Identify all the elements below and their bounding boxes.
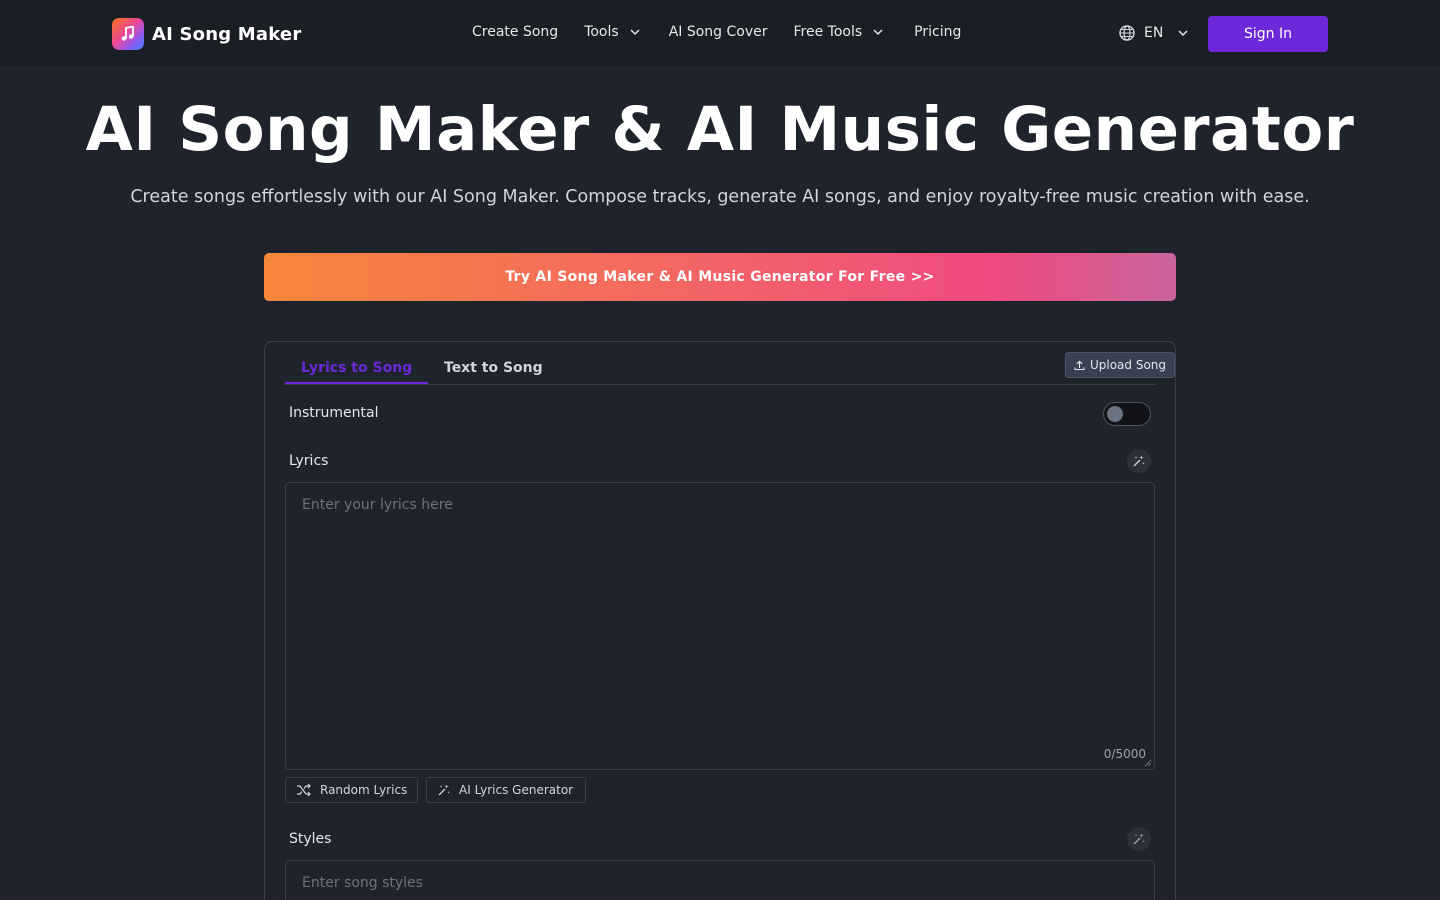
upload-song-label: Upload Song bbox=[1089, 358, 1167, 372]
styles-ai-assist-button[interactable] bbox=[1127, 827, 1151, 851]
tab-lyrics-to-song[interactable]: Lyrics to Song bbox=[301, 360, 412, 376]
instrumental-toggle[interactable] bbox=[1103, 402, 1151, 426]
styles-label: Styles bbox=[289, 831, 332, 847]
lyrics-placeholder: Enter your lyrics here bbox=[302, 497, 453, 513]
page-subtitle: Create songs effortlessly with our AI So… bbox=[130, 187, 1310, 207]
resize-handle-icon[interactable] bbox=[1144, 759, 1152, 767]
nav-pricing[interactable]: Pricing bbox=[914, 24, 961, 40]
toggle-knob bbox=[1107, 406, 1123, 422]
song-generator-card: Lyrics to Song Text to Song Upload Song … bbox=[264, 341, 1176, 900]
upload-song-button[interactable]: Upload Song bbox=[1065, 352, 1175, 378]
nav-ai-song-cover[interactable]: AI Song Cover bbox=[669, 24, 768, 40]
sparkle-wand-icon bbox=[438, 784, 450, 796]
lyrics-char-counter: 0/5000 bbox=[1103, 747, 1146, 761]
top-nav-bar: AI Song Maker Create Song Tools AI Song … bbox=[0, 0, 1440, 68]
chevron-down-icon bbox=[873, 29, 883, 36]
language-code: EN bbox=[1144, 25, 1164, 41]
random-lyrics-label: Random Lyrics bbox=[320, 783, 408, 797]
instrumental-label: Instrumental bbox=[289, 405, 379, 421]
sparkle-wand-icon bbox=[1133, 833, 1145, 845]
mode-tabs: Lyrics to Song Text to Song Upload Song bbox=[285, 342, 1175, 385]
random-lyrics-button[interactable]: Random Lyrics bbox=[285, 777, 418, 803]
nav-label: Pricing bbox=[914, 24, 962, 40]
globe-icon bbox=[1119, 25, 1135, 41]
sign-in-button[interactable]: Sign In bbox=[1208, 16, 1328, 52]
lyrics-ai-assist-button[interactable] bbox=[1127, 449, 1151, 473]
main-nav: Create Song Tools AI Song Cover Free Too… bbox=[472, 24, 961, 40]
chevron-down-icon bbox=[1178, 30, 1188, 37]
nav-create-song[interactable]: Create Song bbox=[472, 24, 558, 40]
chevron-down-icon bbox=[630, 29, 640, 36]
shuffle-icon bbox=[297, 783, 311, 797]
nav-label: Free Tools bbox=[793, 24, 863, 40]
brand-name: AI Song Maker bbox=[152, 23, 302, 45]
ai-lyrics-generator-label: AI Lyrics Generator bbox=[459, 783, 574, 797]
nav-free-tools-dropdown[interactable]: Free Tools bbox=[794, 24, 885, 40]
nav-label: AI Song Cover bbox=[668, 24, 768, 40]
nav-label: Tools bbox=[584, 24, 619, 40]
styles-input[interactable]: Enter song styles bbox=[285, 860, 1155, 900]
tab-text-to-song[interactable]: Text to Song bbox=[444, 360, 543, 376]
music-note-logo-icon bbox=[112, 18, 144, 50]
active-tab-indicator bbox=[285, 382, 428, 384]
upload-icon bbox=[1074, 360, 1085, 370]
styles-placeholder: Enter song styles bbox=[302, 875, 423, 891]
nav-label: Create Song bbox=[472, 24, 559, 40]
page-title: AI Song Maker & AI Music Generator bbox=[85, 94, 1355, 165]
lyrics-textarea[interactable]: Enter your lyrics here 0/5000 bbox=[285, 482, 1155, 770]
try-free-cta-button[interactable]: Try AI Song Maker & AI Music Generator F… bbox=[264, 253, 1176, 301]
language-selector[interactable]: EN bbox=[1118, 24, 1189, 42]
ai-lyrics-generator-button[interactable]: AI Lyrics Generator bbox=[426, 777, 586, 803]
nav-tools-dropdown[interactable]: Tools bbox=[584, 24, 641, 40]
brand-logo[interactable]: AI Song Maker bbox=[112, 18, 301, 50]
lyrics-label: Lyrics bbox=[289, 453, 329, 469]
sparkle-wand-icon bbox=[1133, 455, 1145, 467]
